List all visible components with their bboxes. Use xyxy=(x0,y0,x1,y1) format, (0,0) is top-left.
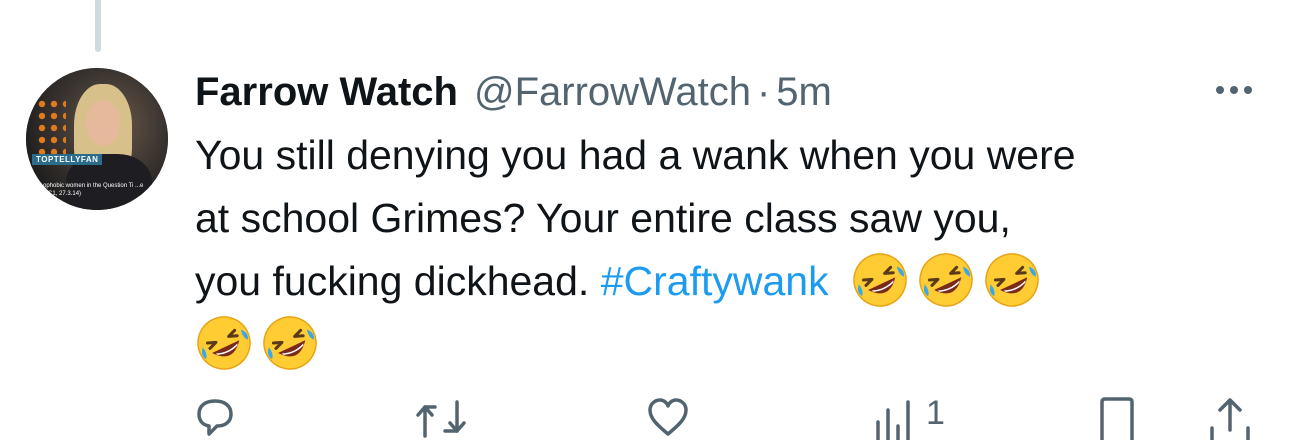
views-button[interactable]: 1 xyxy=(872,396,945,440)
tweet-text-line-3: you fucking dickhead. #Craftywank xyxy=(195,250,1255,313)
heart-icon xyxy=(648,398,688,436)
rolling-laughing-emoji-icon xyxy=(851,251,909,309)
tweet-text-line-3-content: you fucking dickhead. xyxy=(195,258,601,304)
thread-connector-line xyxy=(95,0,101,52)
action-bar: 1 xyxy=(0,392,1290,440)
tweet-header: Farrow Watch @FarrowWatch · 5m xyxy=(195,64,832,120)
display-name[interactable]: Farrow Watch xyxy=(195,70,458,115)
avatar-face xyxy=(86,100,120,146)
timestamp[interactable]: 5m xyxy=(776,70,832,115)
bookmark-icon xyxy=(1100,397,1134,440)
retweet-button[interactable] xyxy=(415,396,467,440)
rolling-laughing-emoji-icon xyxy=(983,251,1041,309)
share-button[interactable] xyxy=(1208,396,1252,440)
avatar-caption: ...ophobic women in the Question Ti ...e… xyxy=(38,183,144,197)
bookmark-button[interactable] xyxy=(1096,396,1140,440)
like-button[interactable] xyxy=(646,396,690,440)
share-icon xyxy=(1210,398,1250,440)
avatar-watermark: TOPTELLYFAN xyxy=(32,154,103,165)
more-options-icon[interactable] xyxy=(1210,78,1258,102)
retweet-icon xyxy=(416,400,466,438)
reply-button[interactable] xyxy=(193,396,237,440)
avatar[interactable]: TOPTELLYFAN ...ophobic women in the Ques… xyxy=(26,68,168,210)
views-count: 1 xyxy=(926,394,945,432)
avatar-flowers xyxy=(36,98,66,158)
analytics-icon xyxy=(876,400,910,440)
tweet-text-line-2: at school Grimes? Your entire class saw … xyxy=(195,195,1011,241)
rolling-laughing-emoji-icon xyxy=(195,314,253,372)
separator-dot: · xyxy=(756,69,771,114)
tweet-text-line-4 xyxy=(195,313,1255,376)
rolling-laughing-emoji-icon xyxy=(261,314,319,372)
tweet-text: You still denying you had a wank when yo… xyxy=(195,124,1255,376)
reply-icon xyxy=(197,399,233,436)
rolling-laughing-emoji-icon xyxy=(917,251,975,309)
user-handle[interactable]: @FarrowWatch xyxy=(474,70,751,115)
hashtag-link[interactable]: #Craftywank xyxy=(601,258,829,304)
tweet-text-line-1: You still denying you had a wank when yo… xyxy=(195,132,1076,178)
